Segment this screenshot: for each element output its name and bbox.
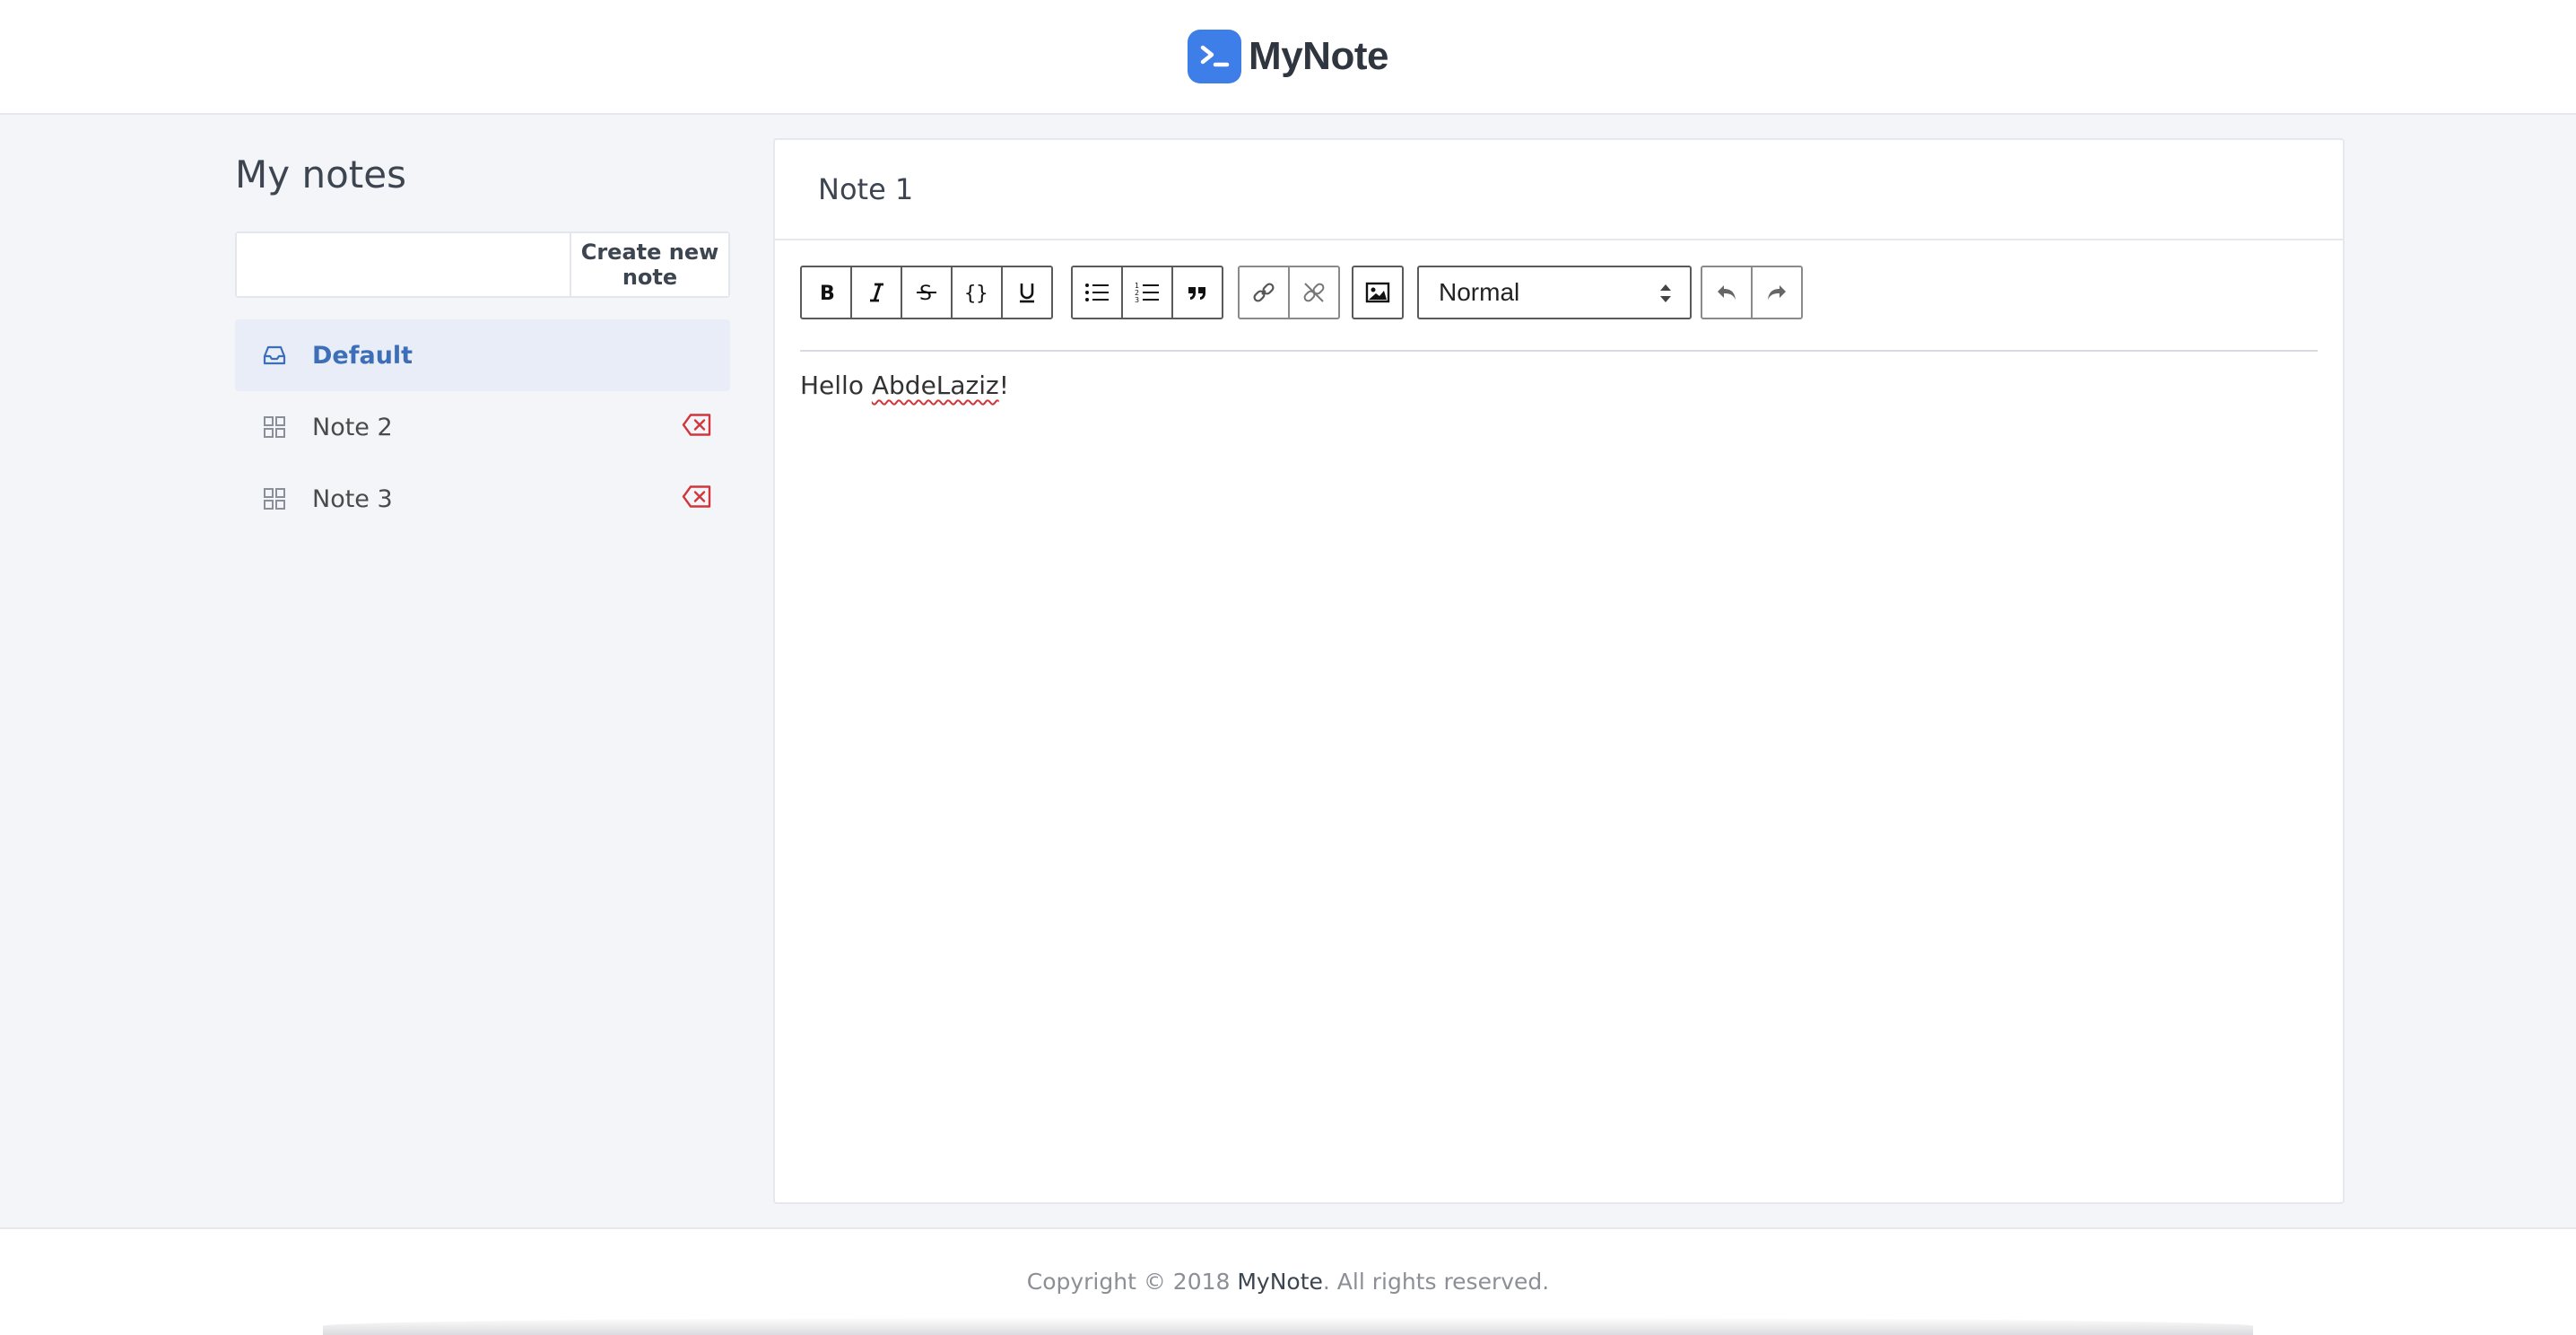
delete-note-icon[interactable]	[682, 414, 712, 441]
select-caret-icon	[1658, 280, 1674, 313]
history-group	[1701, 266, 1803, 319]
note-item-label: Default	[312, 341, 413, 370]
editor-content[interactable]: Hello AbdeLaziz!	[800, 366, 2318, 1177]
sidebar: My notes Create new note Default Note 2 …	[235, 144, 730, 535]
bold-button[interactable]: B	[800, 266, 852, 319]
inline-style-group: B S {}	[800, 266, 1053, 319]
block-type-select[interactable]: Normal	[1417, 266, 1692, 319]
sidebar-title: My notes	[235, 153, 406, 196]
create-note-form: Create new note	[235, 231, 730, 298]
svg-text:B: B	[820, 283, 835, 303]
strikethrough-button[interactable]: S	[901, 266, 953, 319]
note-list: Default Note 2 Note 3	[235, 319, 730, 535]
content-text: Hello	[800, 371, 872, 400]
create-note-button[interactable]: Create new note	[571, 233, 728, 296]
note-editor: Note 1 B S {}	[773, 138, 2345, 1204]
top-bar: MyNote	[0, 0, 2576, 115]
grid-icon	[262, 486, 287, 511]
undo-button[interactable]	[1701, 266, 1753, 319]
editor-header: Note 1	[775, 140, 2343, 240]
terminal-logo-icon	[1188, 30, 1242, 83]
svg-text:3: 3	[1135, 296, 1139, 304]
underline-button[interactable]	[1001, 266, 1053, 319]
inbox-icon	[262, 343, 287, 368]
block-type-selected: Normal	[1439, 278, 1520, 306]
note-item-label: Note 2	[312, 413, 393, 441]
editor-toolbar: B S {}	[800, 266, 2318, 352]
brand[interactable]: MyNote	[1188, 30, 1388, 83]
italic-button[interactable]	[850, 266, 902, 319]
insert-image-button[interactable]	[1352, 266, 1404, 319]
link-button[interactable]	[1238, 266, 1290, 319]
misspelled-word: AbdeLaziz	[871, 371, 999, 400]
note-item-note-3[interactable]: Note 3	[235, 463, 730, 535]
link-group	[1238, 266, 1340, 319]
grid-icon	[262, 414, 287, 440]
unlink-button[interactable]	[1288, 266, 1340, 319]
numbered-list-button[interactable]: 1 2 3	[1121, 266, 1173, 319]
note-item-note-2[interactable]: Note 2	[235, 391, 730, 463]
image-group	[1352, 266, 1404, 319]
new-note-input[interactable]	[237, 233, 571, 296]
copyright-prefix: Copyright © 2018	[1026, 1269, 1238, 1295]
code-button[interactable]: {}	[951, 266, 1003, 319]
svg-text:{}: {}	[964, 283, 988, 304]
copyright-suffix: . All rights reserved.	[1322, 1269, 1550, 1295]
app-name: MyNote	[1249, 34, 1388, 78]
bulleted-list-button[interactable]	[1071, 266, 1123, 319]
note-item-default[interactable]: Default	[235, 319, 730, 391]
delete-note-icon[interactable]	[682, 485, 712, 513]
block-style-group: 1 2 3	[1071, 266, 1223, 319]
footer: Copyright © 2018 MyNote. All rights rese…	[0, 1227, 2576, 1335]
content-text: !	[998, 371, 1009, 400]
copyright-text: Copyright © 2018 MyNote. All rights rese…	[0, 1269, 2576, 1295]
note-item-label: Note 3	[312, 484, 393, 513]
footer-shadow	[323, 1317, 2253, 1335]
note-title[interactable]: Note 1	[818, 172, 913, 206]
footer-brand-link[interactable]: MyNote	[1237, 1269, 1323, 1295]
redo-button[interactable]	[1751, 266, 1803, 319]
blockquote-button[interactable]	[1171, 266, 1223, 319]
